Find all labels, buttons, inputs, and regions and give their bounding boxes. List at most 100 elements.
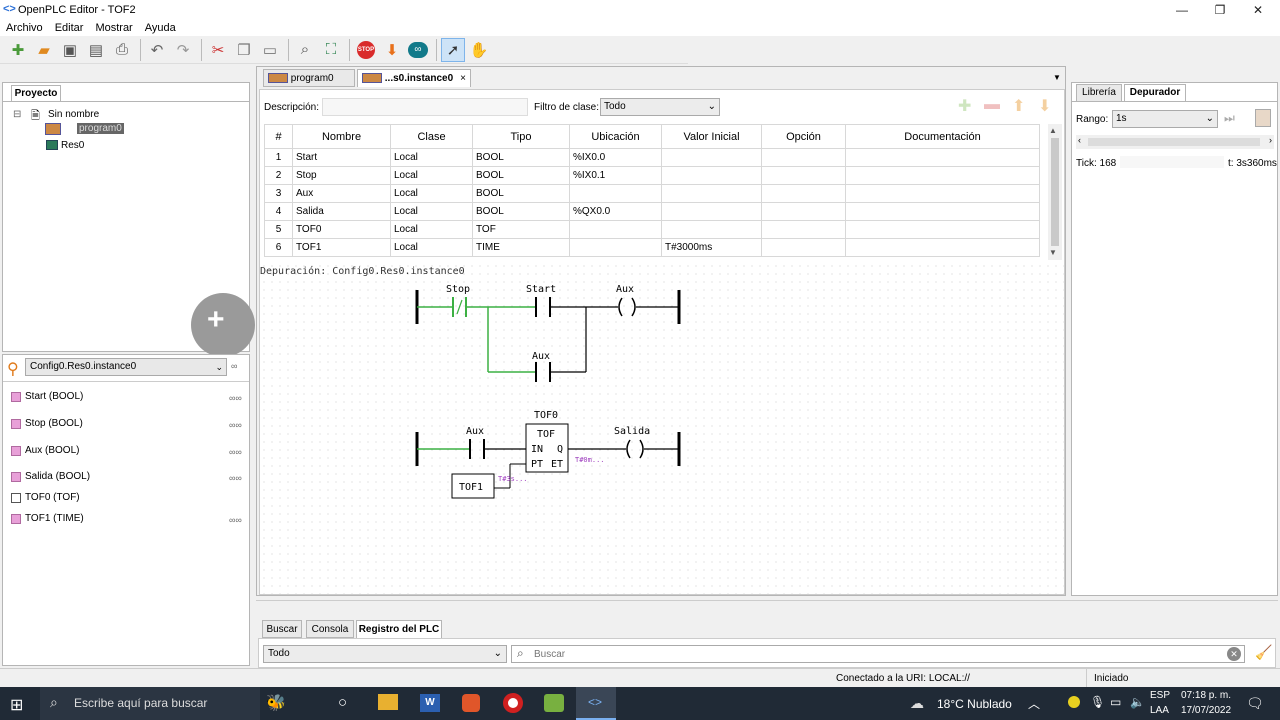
windows-start-icon[interactable]: ⊞	[10, 695, 23, 715]
table-cell[interactable]: T#3000ms	[661, 238, 762, 257]
aux-coil[interactable]	[618, 297, 623, 317]
table-cell[interactable]	[761, 148, 846, 167]
add-element-button[interactable]: +	[191, 293, 255, 357]
table-cell[interactable]	[845, 184, 1040, 203]
tab-consola[interactable]: Consola	[306, 620, 354, 638]
var-item[interactable]: TOF0 (TOF)	[11, 492, 80, 503]
tab-registro-plc[interactable]: Registro del PLC	[356, 620, 442, 638]
table-cell[interactable]: BOOL	[472, 202, 570, 221]
table-cell[interactable]: Stop	[292, 166, 391, 185]
save-as-icon[interactable]: ▤	[84, 38, 108, 62]
tree-root-label[interactable]: Sin nombre	[48, 109, 99, 120]
maximize-button[interactable]: ❐	[1202, 0, 1238, 20]
table-cell[interactable]: Local	[390, 166, 473, 185]
menu-ayuda[interactable]: Ayuda	[139, 20, 182, 36]
close-tab-icon[interactable]: ×	[460, 70, 466, 87]
col-header[interactable]: Clase	[390, 124, 473, 149]
table-cell[interactable]: BOOL	[472, 148, 570, 167]
openplc-taskbar-item[interactable]: <>	[576, 687, 616, 720]
table-cell[interactable]	[845, 148, 1040, 167]
table-cell[interactable]: Local	[390, 202, 473, 221]
table-row[interactable]: 2 Stop Local BOOL %IX0.1	[264, 166, 1040, 185]
clock-time[interactable]: 07:18 p. m.	[1181, 690, 1231, 701]
tab-proyecto[interactable]: Proyecto	[11, 85, 61, 101]
table-cell[interactable]: 2	[264, 166, 293, 185]
open-folder-icon[interactable]: ▰	[32, 38, 56, 62]
pan-hand-icon[interactable]: ✋	[467, 38, 491, 62]
weather-text[interactable]: 18°C Nublado	[937, 697, 1012, 711]
table-cell[interactable]: 6	[264, 238, 293, 257]
android-studio-icon[interactable]	[544, 694, 564, 712]
new-file-icon[interactable]: ✚	[6, 38, 30, 62]
volume-icon[interactable]: 🔈	[1130, 695, 1145, 709]
table-cell[interactable]	[761, 220, 846, 239]
table-cell[interactable]	[761, 202, 846, 221]
var-item[interactable]: TOF1 (TIME)	[11, 513, 84, 524]
select-pointer-icon[interactable]: ➚	[441, 37, 465, 62]
col-header[interactable]: Tipo	[472, 124, 570, 149]
var-item[interactable]: Stop (BOOL)	[11, 418, 83, 429]
table-cell[interactable]: 3	[264, 184, 293, 203]
table-cell[interactable]: TOF1	[292, 238, 391, 257]
remove-variable-icon[interactable]: ▬	[984, 96, 1000, 114]
table-cell[interactable]: Aux	[292, 184, 391, 203]
stop-plc-icon[interactable]: STOP	[354, 38, 378, 62]
table-cell[interactable]: Local	[390, 220, 473, 239]
table-cell[interactable]	[569, 184, 662, 203]
table-cell[interactable]	[761, 184, 846, 203]
ladder-diagram[interactable]: Stop Start Aux Aux Aux TOF0 TOF IN Q PT …	[260, 262, 1064, 594]
class-filter-select[interactable]: Todo ⌄	[600, 98, 720, 116]
col-header[interactable]: Opción	[761, 124, 846, 149]
table-cell[interactable]: %QX0.0	[569, 202, 662, 221]
var-item[interactable]: Start (BOOL)	[11, 391, 83, 402]
tree-resource-item[interactable]: Res0	[61, 140, 84, 151]
table-cell[interactable]	[661, 202, 762, 221]
clock-date[interactable]: 17/07/2022	[1181, 705, 1231, 716]
table-scrollbar[interactable]: ▲ ▼	[1048, 124, 1062, 260]
table-cell[interactable]: 5	[264, 220, 293, 239]
cloud-icon[interactable]: ☁	[910, 695, 924, 712]
tree-collapse-icon[interactable]: ⊟	[13, 109, 21, 120]
input-language[interactable]: ESP	[1150, 690, 1170, 701]
col-header[interactable]: Ubicación	[569, 124, 662, 149]
table-cell[interactable]: BOOL	[472, 166, 570, 185]
brave-icon[interactable]	[462, 694, 480, 712]
range-select[interactable]: 1s ⌄	[1112, 110, 1218, 128]
log-search-field[interactable]: ⌕ ✕	[511, 645, 1245, 663]
var-item[interactable]: Salida (BOOL)	[11, 471, 90, 482]
skip-forward-icon[interactable]: ⏭	[1224, 111, 1235, 126]
table-cell[interactable]: BOOL	[472, 184, 570, 203]
tab-libreria[interactable]: Librería	[1076, 84, 1122, 101]
tab-depurador[interactable]: Depurador	[1124, 84, 1186, 101]
scroll-right-icon[interactable]: ›	[1269, 135, 1272, 145]
table-cell[interactable]	[569, 220, 662, 239]
glasses-icon[interactable]: ∞	[231, 361, 237, 371]
table-cell[interactable]	[845, 238, 1040, 257]
table-cell[interactable]	[845, 166, 1040, 185]
table-cell[interactable]	[761, 238, 846, 257]
glasses-icon[interactable]: ∞∞	[229, 473, 242, 483]
table-cell[interactable]	[845, 202, 1040, 221]
table-cell[interactable]	[661, 220, 762, 239]
log-level-select[interactable]: Todo ⌄	[263, 645, 507, 663]
col-header[interactable]: Valor Inicial	[661, 124, 762, 149]
menu-archivo[interactable]: Archivo	[0, 20, 49, 36]
glasses-icon[interactable]: ∞∞	[229, 447, 242, 457]
scroll-down-icon[interactable]: ▼	[1049, 248, 1057, 257]
notifications-icon[interactable]: 🗨	[1246, 695, 1264, 712]
export-graph-icon[interactable]	[1255, 109, 1271, 127]
table-cell[interactable]: Local	[390, 148, 473, 167]
table-cell[interactable]: 1	[264, 148, 293, 167]
table-cell[interactable]: Start	[292, 148, 391, 167]
table-cell[interactable]: TOF	[472, 220, 570, 239]
glasses-icon[interactable]: ∞∞	[229, 515, 242, 525]
time-scrollbar[interactable]: ‹ ›	[1076, 135, 1274, 149]
close-button[interactable]: ✕	[1240, 0, 1276, 20]
file-explorer-icon[interactable]	[378, 694, 398, 710]
widgets-icon[interactable]: 🐝	[266, 693, 286, 713]
copy-icon[interactable]: ❐	[232, 38, 256, 62]
add-variable-icon[interactable]: ✚	[958, 96, 971, 116]
move-up-icon[interactable]: ⬆	[1012, 96, 1025, 116]
input-layout[interactable]: LAA	[1150, 705, 1169, 716]
aux-coil[interactable]	[631, 297, 636, 317]
